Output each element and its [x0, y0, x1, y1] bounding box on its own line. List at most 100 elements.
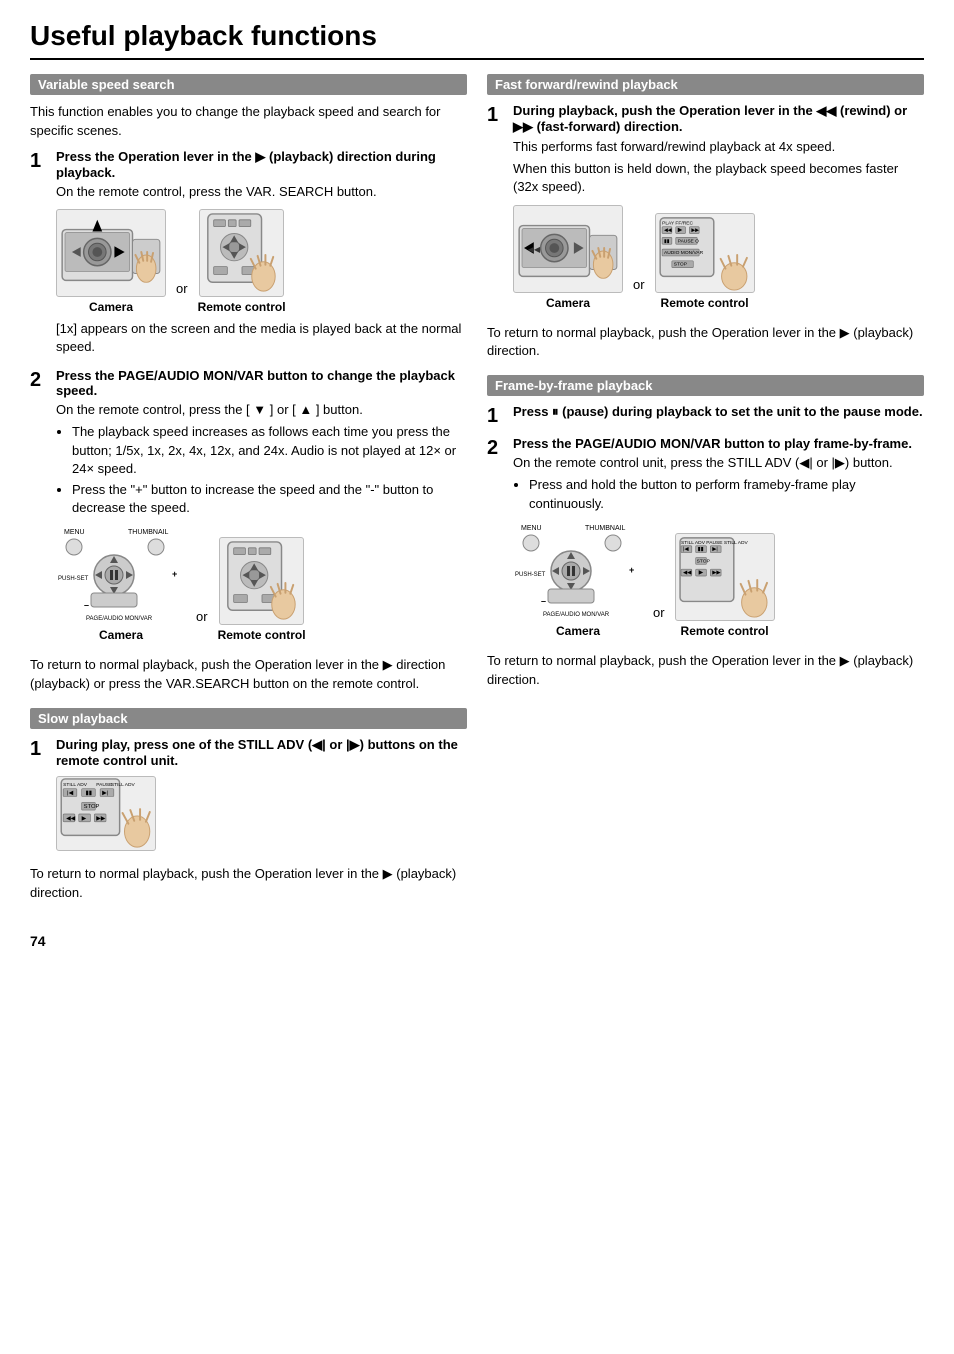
fbf-step2-num: 2: [487, 436, 505, 644]
fbf-after-step2: To return to normal playback, push the O…: [487, 652, 924, 690]
svg-text:PLAY FF/REC: PLAY FF/REC: [662, 220, 693, 226]
fast-forward-content: 1 During playback, push the Operation le…: [487, 103, 924, 361]
step2-num: 2: [30, 368, 48, 648]
step1-camera-box: Camera: [56, 209, 166, 314]
fbf-step1-num: 1: [487, 404, 505, 428]
ff-step1-num: 1: [487, 103, 505, 316]
step1-camera-label: Camera: [89, 300, 133, 314]
slow-remote-box: STILL ADV PAUSE STILL ADV |◀ ▮▮: [56, 776, 156, 851]
ff-step1-detail1: This performs fast forward/rewind playba…: [513, 138, 924, 156]
variable-speed-content: This function enables you to change the …: [30, 103, 467, 694]
step2-bullet2: Press the "+" button to increase the spe…: [72, 481, 467, 517]
svg-text:PAUSE O: PAUSE O: [677, 238, 698, 244]
ff-step1-body: During playback, push the Operation leve…: [513, 103, 924, 316]
ff-step1-bold: During playback, push the Operation leve…: [513, 103, 924, 135]
step1-remote-box: Remote control: [198, 209, 286, 314]
step1-bold: Press the Operation lever in the ▶ (play…: [56, 149, 467, 180]
svg-text:▶|: ▶|: [712, 546, 718, 552]
slow-playback-header: Slow playback: [30, 708, 467, 729]
slow-playback-section: Slow playback 1 During play, press one o…: [30, 708, 467, 903]
svg-text:◀◀: ◀◀: [683, 570, 691, 576]
svg-text:PAGE/AUDIO MON/VAR: PAGE/AUDIO MON/VAR: [543, 612, 610, 618]
step2-body: Press the PAGE/AUDIO MON/VAR button to c…: [56, 368, 467, 648]
step1-remote-diagram: [199, 209, 284, 297]
svg-text:▶▶: ▶▶: [96, 816, 105, 822]
svg-text:AUDIO MON/VAR: AUDIO MON/VAR: [664, 250, 704, 256]
ff-remote-label: Remote control: [661, 296, 749, 310]
fbf-step2-body: Press the PAGE/AUDIO MON/VAR button to p…: [513, 436, 924, 644]
step1-or: or: [176, 281, 188, 314]
svg-text:STILL ADV: STILL ADV: [63, 782, 88, 788]
fbf-step2-bold: Press the PAGE/AUDIO MON/VAR button to p…: [513, 436, 924, 451]
svg-text:STOP: STOP: [84, 804, 100, 810]
frame-by-frame-content: 1 Press ⏸ (pause) during playback to set…: [487, 404, 924, 689]
svg-text:▶|: ▶|: [102, 791, 108, 797]
fast-forward-header: Fast forward/rewind playback: [487, 74, 924, 95]
fbf-remote-label: Remote control: [681, 624, 769, 638]
svg-text:THUMBNAIL: THUMBNAIL: [585, 525, 626, 532]
step2-remote-label: Remote control: [218, 628, 306, 642]
frame-by-frame-section: Frame-by-frame playback 1 Press ⏸ (pause…: [487, 375, 924, 689]
svg-text:▶: ▶: [698, 570, 703, 576]
svg-text:THUMBNAIL: THUMBNAIL: [128, 529, 169, 536]
ff-after-step1: To return to normal playback, push the O…: [487, 324, 924, 362]
step1-detail2: [1x] appears on the screen and the media…: [56, 320, 467, 356]
slow-remote-diagram: STILL ADV PAUSE STILL ADV |◀ ▮▮: [56, 776, 156, 851]
fbf-step1-bold: Press ⏸ (pause) during playback to set t…: [513, 404, 924, 420]
fast-forward-section: Fast forward/rewind playback 1 During pl…: [487, 74, 924, 361]
step2-bold: Press the PAGE/AUDIO MON/VAR button to c…: [56, 368, 467, 398]
svg-text:+: +: [172, 569, 177, 579]
variable-speed-step1: 1 Press the Operation lever in the ▶ (pl…: [30, 149, 467, 361]
ff-img-row: ◀◀ Camera: [513, 205, 924, 310]
step2-bullet1: The playback speed increases as follows …: [72, 423, 467, 478]
svg-text:STOP: STOP: [673, 261, 686, 267]
step2-bullets: The playback speed increases as follows …: [72, 423, 467, 517]
ff-camera-diagram: ◀◀: [513, 205, 623, 293]
step2-detail1: On the remote control, press the [ ▼ ] o…: [56, 401, 467, 419]
step2-camera-diagram: MENU THUMBNAIL: [56, 525, 186, 625]
right-column: Fast forward/rewind playback 1 During pl…: [487, 74, 924, 917]
svg-text:|◀: |◀: [683, 546, 689, 552]
step1-detail1: On the remote control, press the VAR. SE…: [56, 183, 467, 201]
svg-text:▮▮: ▮▮: [86, 791, 92, 797]
svg-text:◀◀: ◀◀: [66, 816, 75, 822]
svg-text:▶▶: ▶▶: [691, 227, 699, 233]
ff-step1-detail2: When this button is held down, the playb…: [513, 160, 924, 196]
slow-playback-content: 1 During play, press one of the STILL AD…: [30, 737, 467, 903]
ff-remote-diagram: PLAY FF/REC ◀◀ ▶ ▶▶ ▮▮: [655, 213, 755, 293]
svg-text:–: –: [541, 596, 546, 606]
svg-text:MENU: MENU: [521, 525, 542, 532]
svg-text:◀◀: ◀◀: [528, 244, 541, 253]
ff-step1: 1 During playback, push the Operation le…: [487, 103, 924, 316]
svg-text:▶▶: ▶▶: [712, 570, 720, 576]
step2-or: or: [196, 609, 208, 642]
fbf-img-row: MENU THUMBNAIL: [513, 521, 924, 638]
fbf-remote-diagram: STILL ADV PAUSE STILL ADV |◀ ▮▮ ▶|: [675, 533, 775, 621]
svg-text:▶: ▶: [677, 227, 682, 233]
svg-text:+: +: [629, 565, 634, 575]
slow-step1-body: During play, press one of the STILL ADV …: [56, 737, 467, 857]
fbf-step1: 1 Press ⏸ (pause) during playback to set…: [487, 404, 924, 428]
variable-speed-section: Variable speed search This function enab…: [30, 74, 467, 694]
ff-or: or: [633, 277, 645, 310]
step1-body: Press the Operation lever in the ▶ (play…: [56, 149, 467, 361]
left-column: Variable speed search This function enab…: [30, 74, 467, 917]
svg-text:|◀: |◀: [67, 791, 74, 797]
fbf-step2: 2 Press the PAGE/AUDIO MON/VAR button to…: [487, 436, 924, 644]
fbf-bullet1: Press and hold the button to perform fra…: [529, 476, 924, 512]
step1-remote-label: Remote control: [198, 300, 286, 314]
svg-text:–: –: [84, 600, 89, 610]
svg-text:STOP: STOP: [696, 558, 709, 564]
step2-camera-box: MENU THUMBNAIL: [56, 525, 186, 642]
step1-camera-diagram: [56, 209, 166, 297]
variable-speed-step2: 2 Press the PAGE/AUDIO MON/VAR button to…: [30, 368, 467, 648]
svg-text:PUSH-SET: PUSH-SET: [58, 576, 89, 582]
svg-text:STILL ADV PAUSE STILL ADV: STILL ADV PAUSE STILL ADV: [681, 540, 748, 546]
page-number: 74: [30, 933, 924, 949]
fbf-camera-label: Camera: [556, 624, 600, 638]
svg-text:PAGE/AUDIO MON/VAR: PAGE/AUDIO MON/VAR: [86, 616, 153, 622]
variable-speed-intro: This function enables you to change the …: [30, 103, 467, 141]
fbf-bullets: Press and hold the button to perform fra…: [529, 476, 924, 512]
slow-step1-num: 1: [30, 737, 48, 857]
fbf-camera-diagram: MENU THUMBNAIL: [513, 521, 643, 621]
